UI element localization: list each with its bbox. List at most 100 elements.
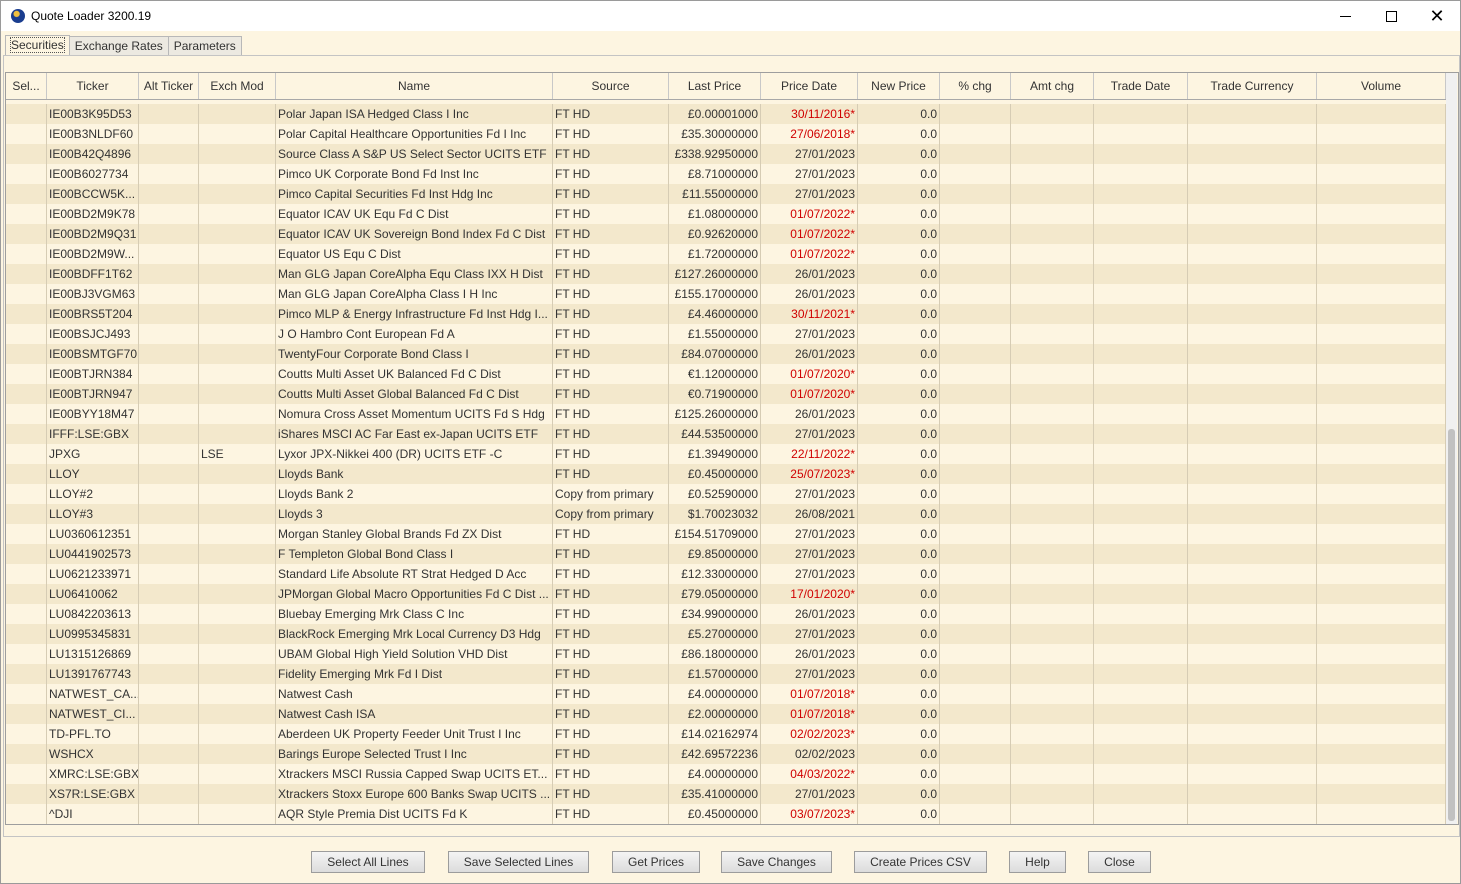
cell-price-date: 27/01/2023 [761, 524, 858, 544]
table-row[interactable]: LLOY#3 Lloyds 3 Copy from primary $1.700230… [6, 504, 1446, 524]
get-prices-button[interactable]: Get Prices [612, 851, 700, 873]
table-row[interactable]: LU0441902573 F Templeton Global Bond Clas… [6, 544, 1446, 564]
cell-last-price: £34.99000000 [669, 604, 761, 624]
cell-new-price: 0.0 [858, 224, 940, 244]
cell-amt-chg [1011, 544, 1094, 564]
column-header-pct-chg[interactable]: % chg [940, 73, 1011, 99]
tab-parameters[interactable]: Parameters [167, 36, 242, 55]
cell-trade-date [1094, 104, 1188, 124]
save-changes-button[interactable]: Save Changes [721, 851, 832, 873]
table-row[interactable]: WSHCX Barings Europe Selected Trust I Inc… [6, 744, 1446, 764]
table-row[interactable]: JPXG LSE Lyxor JPX-Nikkei 400 (DR) UCITS E… [6, 444, 1446, 464]
table-row[interactable]: IFFF:LSE:GBX iShares MSCI AC Far East ex-… [6, 424, 1446, 444]
table-row[interactable]: IE00BD2M9W... Equator US Equ C Dist FT HD £… [6, 244, 1446, 264]
close-button[interactable]: Close [1088, 851, 1151, 873]
cell-price-date: 01/07/2018* [761, 684, 858, 704]
cell-exch-mod [199, 784, 276, 804]
cell-trade-date [1094, 684, 1188, 704]
cell-trade-currency [1188, 104, 1317, 124]
cell-ticker: IE00B3NLDF60 [47, 124, 139, 144]
column-header-alt-ticker[interactable]: Alt Ticker [139, 73, 199, 99]
table-row[interactable]: IE00BSMTGF70 TwentyFour Corporate Bond Cl… [6, 344, 1446, 364]
table-row[interactable]: IE00BRS5T204 Pimco MLP & Energy Infrastru… [6, 304, 1446, 324]
column-header-new-price[interactable]: New Price [858, 73, 940, 99]
cell-exch-mod [199, 304, 276, 324]
column-header-source[interactable]: Source [553, 73, 669, 99]
cell-alt-ticker [139, 284, 199, 304]
table-row[interactable]: IE00BDFF1T62 Man GLG Japan CoreAlpha Equ … [6, 264, 1446, 284]
cell-trade-date [1094, 424, 1188, 444]
cell-name: Man GLG Japan CoreAlpha Equ Class IXX H … [276, 264, 553, 284]
scrollbar-thumb[interactable] [1448, 429, 1455, 821]
vertical-scrollbar[interactable] [1446, 73, 1457, 824]
column-header-ticker[interactable]: Ticker [47, 73, 139, 99]
tab-exchange-rates[interactable]: Exchange Rates [68, 36, 169, 55]
table-row[interactable]: LU06410062 JPMorgan Global Macro Opportun… [6, 584, 1446, 604]
cell-source: FT HD [553, 424, 669, 444]
table-row[interactable]: LLOY Lloyds Bank FT HD £0.45000000 25/07/202… [6, 464, 1446, 484]
cell-pct-chg [940, 284, 1011, 304]
column-header-name[interactable]: Name [276, 73, 553, 99]
cell-amt-chg [1011, 684, 1094, 704]
table-row[interactable]: LU1391767743 Fidelity Emerging Mrk Fd I D… [6, 664, 1446, 684]
cell-ticker: XS7R:LSE:GBX [47, 784, 139, 804]
cell-select [6, 344, 47, 364]
cell-exch-mod [199, 284, 276, 304]
table-row[interactable]: XS7R:LSE:GBX Xtrackers Stoxx Europe 600 B… [6, 784, 1446, 804]
table-row[interactable]: XMRC:LSE:GBX Xtrackers MSCI Russia Capped… [6, 764, 1446, 784]
column-header-select[interactable]: Sel... [6, 73, 47, 99]
help-button[interactable]: Help [1009, 851, 1066, 873]
table-row[interactable]: LU0360612351 Morgan Stanley Global Brands… [6, 524, 1446, 544]
minimize-button[interactable] [1322, 1, 1368, 31]
table-row[interactable]: IE00BTJRN947 Coutts Multi Asset Global Ba… [6, 384, 1446, 404]
table-row[interactable]: NATWEST_CI... Natwest Cash ISA FT HD £2.000… [6, 704, 1446, 724]
table-row[interactable]: IE00BSJCJ493 J O Hambro Cont European Fd … [6, 324, 1446, 344]
column-header-trade-date[interactable]: Trade Date [1094, 73, 1188, 99]
table-row[interactable]: IE00BYY18M47 Nomura Cross Asset Momentum … [6, 404, 1446, 424]
table-row[interactable]: LU0995345831 BlackRock Emerging Mrk Local… [6, 624, 1446, 644]
tab-securities[interactable]: Securities [5, 35, 70, 55]
table-row[interactable]: NATWEST_CA... Natwest Cash FT HD £4.0000000… [6, 684, 1446, 704]
cell-amt-chg [1011, 104, 1094, 124]
table-row[interactable]: IE00B42Q4896 Source Class A S&P US Select… [6, 144, 1446, 164]
table-row[interactable]: LLOY#2 Lloyds Bank 2 Copy from primary £0.5… [6, 484, 1446, 504]
table-row[interactable]: TD-PFL.TO Aberdeen UK Property Feeder Uni… [6, 724, 1446, 744]
cell-alt-ticker [139, 544, 199, 564]
cell-source: FT HD [553, 124, 669, 144]
table-row[interactable]: IE00BD2M9Q31 Equator ICAV UK Sovereign Bo… [6, 224, 1446, 244]
column-header-trade-currency[interactable]: Trade Currency [1188, 73, 1317, 99]
cell-last-price: £127.26000000 [669, 264, 761, 284]
table-row[interactable]: LU1315126869 UBAM Global High Yield Solut… [6, 644, 1446, 664]
cell-price-date: 26/01/2023 [761, 404, 858, 424]
cell-trade-date [1094, 524, 1188, 544]
table-row[interactable]: IE00BCCW5K... Pimco Capital Securities Fd… [6, 184, 1446, 204]
table-row[interactable]: IE00B6027734 Pimco UK Corporate Bond Fd I… [6, 164, 1446, 184]
table-row[interactable]: IE00BD2M9K78 Equator ICAV UK Equ Fd C Dis… [6, 204, 1446, 224]
select-all-lines-button[interactable]: Select All Lines [311, 851, 425, 873]
cell-trade-currency [1188, 344, 1317, 364]
table-row[interactable]: ^DJI AQR Style Premia Dist UCITS Fd K FT H… [6, 804, 1446, 824]
close-window-button[interactable]: ✕ [1414, 1, 1460, 31]
column-header-volume[interactable]: Volume [1317, 73, 1446, 99]
column-header-last-price[interactable]: Last Price [669, 73, 761, 99]
column-header-exch-mod[interactable]: Exch Mod [199, 73, 276, 99]
cell-ticker: WSHCX [47, 744, 139, 764]
table-row[interactable]: LU0621233971 Standard Life Absolute RT St… [6, 564, 1446, 584]
cell-source: FT HD [553, 744, 669, 764]
table-row[interactable]: IE00BTJRN384 Coutts Multi Asset UK Balanc… [6, 364, 1446, 384]
table-row[interactable]: IE00BJ3VGM63 Man GLG Japan CoreAlpha Clas… [6, 284, 1446, 304]
save-selected-lines-button[interactable]: Save Selected Lines [448, 851, 589, 873]
cell-amt-chg [1011, 524, 1094, 544]
cell-volume [1317, 764, 1446, 784]
table-row[interactable]: IE00B3NLDF60 Polar Capital Healthcare Opp… [6, 124, 1446, 144]
column-header-amt-chg[interactable]: Amt chg [1011, 73, 1094, 99]
table-row[interactable]: IE00B3K95D53 Polar Japan ISA Hedged Class… [6, 104, 1446, 124]
cell-name: Aberdeen UK Property Feeder Unit Trust I… [276, 724, 553, 744]
create-prices-csv-button[interactable]: Create Prices CSV [854, 851, 987, 873]
table-row[interactable]: LU0842203613 Bluebay Emerging Mrk Class C… [6, 604, 1446, 624]
maximize-button[interactable] [1368, 1, 1414, 31]
quote-loader-window: Quote Loader 3200.19 ✕ Securities Exchan… [0, 0, 1461, 884]
cell-select [6, 284, 47, 304]
column-header-price-date[interactable]: Price Date [761, 73, 858, 99]
cell-last-price: £1.72000000 [669, 244, 761, 264]
